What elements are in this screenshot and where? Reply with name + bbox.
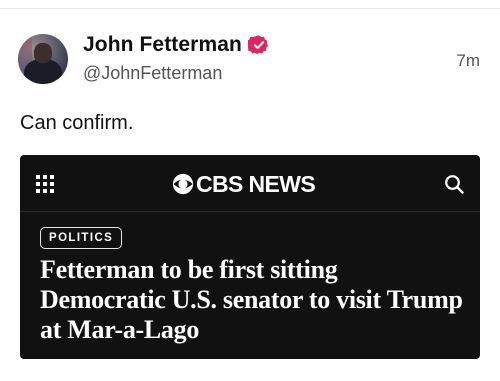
verified-badge-icon: [247, 35, 268, 55]
article-headline[interactable]: Fetterman to be first sitting Democratic…: [40, 255, 465, 345]
author-name-row: John Fetterman: [83, 33, 270, 57]
cbs-news-wordmark: CBS NEWS: [196, 170, 316, 197]
avatar[interactable]: [18, 34, 68, 84]
post-text: Can confirm.: [20, 112, 134, 134]
author-handle[interactable]: @JohnFetterman: [83, 63, 222, 84]
cbs-news-logo[interactable]: CBS NEWS: [172, 170, 316, 197]
post-timestamp[interactable]: 7m: [456, 51, 480, 71]
top-divider: [0, 8, 500, 9]
search-icon[interactable]: [444, 174, 464, 194]
cbs-eye-logo-icon: [172, 173, 194, 195]
avatar-head: [34, 43, 52, 63]
grid-icon[interactable]: [36, 175, 54, 193]
category-badge[interactable]: POLITICS: [40, 227, 123, 249]
link-preview-card[interactable]: CBS NEWS POLITICS Fetterman to be first …: [20, 155, 480, 359]
author-display-name[interactable]: John Fetterman: [83, 33, 242, 57]
card-header: CBS NEWS: [20, 155, 480, 212]
